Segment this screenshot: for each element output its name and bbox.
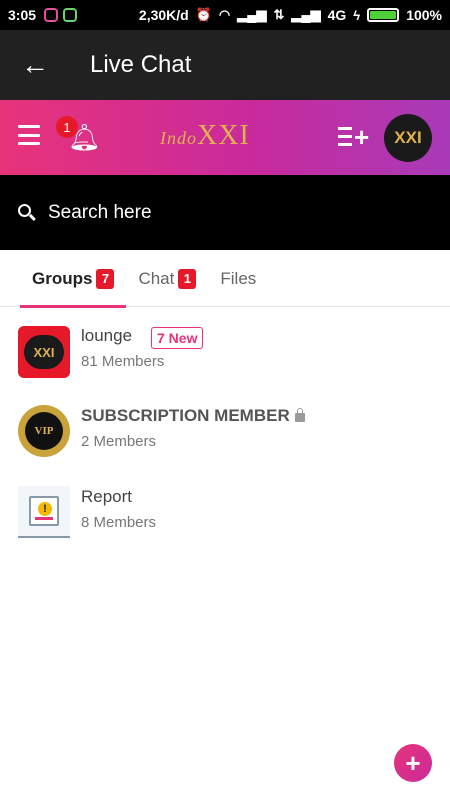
list-line (338, 135, 352, 138)
page-title: Live Chat (90, 51, 192, 78)
list-line (338, 143, 352, 146)
instagram-notification-icon (44, 8, 59, 22)
group-name: lounge (81, 326, 133, 345)
tab-chat-label: Chat (138, 268, 175, 288)
list-item[interactable]: XXI lounge 7 New 81 Members (0, 322, 450, 392)
new-messages-badge: 7 New (151, 327, 204, 349)
network-type: 4G (327, 7, 347, 23)
signal-icon: ▂▄▆ (237, 7, 267, 22)
group-member-count: 81 Members (81, 353, 165, 370)
warning-icon: ! (38, 502, 52, 516)
group-name: Report (81, 487, 133, 506)
charging-icon: ϟ (353, 7, 361, 23)
battery-icon (367, 8, 400, 22)
list-line (338, 127, 352, 130)
group-member-count: 2 Members (81, 433, 157, 450)
tab-chat-badge: 1 (178, 268, 197, 289)
status-bar: 3:05 2,30K/d ⏰ ◠ ▂▄▆ ⇅ ▂▄▆ 4G ϟ 100% (0, 0, 450, 30)
tab-files[interactable]: Files (208, 250, 268, 307)
line-notification-icon (63, 8, 78, 22)
menu-line (18, 125, 40, 128)
profile-avatar[interactable]: XXI (384, 114, 432, 162)
menu-line (18, 142, 40, 145)
list-item[interactable]: VIP SUBSCRIPTION MEMBER 2 Members (0, 403, 450, 473)
data-transfer-icon: ⇅ (273, 7, 285, 22)
lock-icon (294, 408, 305, 422)
group-name-wrap: SUBSCRIPTION MEMBER (81, 406, 305, 426)
add-playlist-button[interactable]: + (336, 122, 370, 152)
indoxxi-logo: IndoXXI (160, 120, 290, 156)
report-icon: ! (29, 496, 59, 526)
battery-fill (370, 11, 397, 19)
tab-groups-label: Groups (32, 268, 93, 288)
logo-prefix: Indo (160, 128, 197, 148)
plus-icon: + (354, 122, 370, 152)
group-avatar: VIP (18, 405, 70, 457)
group-name: SUBSCRIPTION MEMBER (81, 406, 290, 425)
alarm-icon: ⏰ (195, 7, 212, 22)
search-icon (18, 203, 36, 222)
menu-line (18, 133, 40, 137)
group-avatar-text: XXI (24, 335, 64, 369)
menu-button[interactable] (18, 125, 40, 145)
group-avatar: XXI (18, 326, 70, 378)
app-bar: ← Live Chat (0, 30, 450, 100)
report-bar (35, 517, 53, 520)
logo-suffix: XXI (197, 120, 250, 151)
notification-badge: 1 (56, 116, 78, 138)
network-speed: 2,30K/d (138, 7, 189, 23)
status-time: 3:05 (8, 7, 37, 23)
signal-icon-2: ▂▄▆ (291, 7, 321, 22)
tab-bar: Groups 7 Chat 1 Files (0, 250, 450, 308)
search-bar[interactable]: Search here (0, 175, 450, 250)
list-item[interactable]: ! Report 8 Members (0, 484, 450, 554)
wifi-icon: ◠ (218, 7, 231, 22)
tab-files-label: Files (220, 268, 257, 288)
tab-groups[interactable]: Groups 7 (20, 250, 127, 308)
add-group-button[interactable]: + (394, 744, 432, 782)
brand-header: 🔔︎ 1 IndoXXI + (0, 100, 450, 175)
group-avatar-text: VIP (25, 412, 63, 450)
status-right: 2,30K/d ⏰ ◠ ▂▄▆ ⇅ ▂▄▆ 4G ϟ 100% (139, 7, 442, 23)
tab-chat[interactable]: Chat 1 (126, 250, 208, 307)
tab-groups-badge: 7 (96, 268, 115, 289)
group-avatar: ! (18, 486, 70, 538)
search-input[interactable]: Search here (48, 202, 152, 224)
notifications-button[interactable]: 🔔︎ 1 (56, 116, 101, 156)
arrow-left-icon: ← (21, 49, 49, 80)
battery-percent: 100% (406, 7, 442, 23)
back-button[interactable]: ← (0, 30, 70, 100)
group-member-count: 8 Members (81, 514, 157, 531)
